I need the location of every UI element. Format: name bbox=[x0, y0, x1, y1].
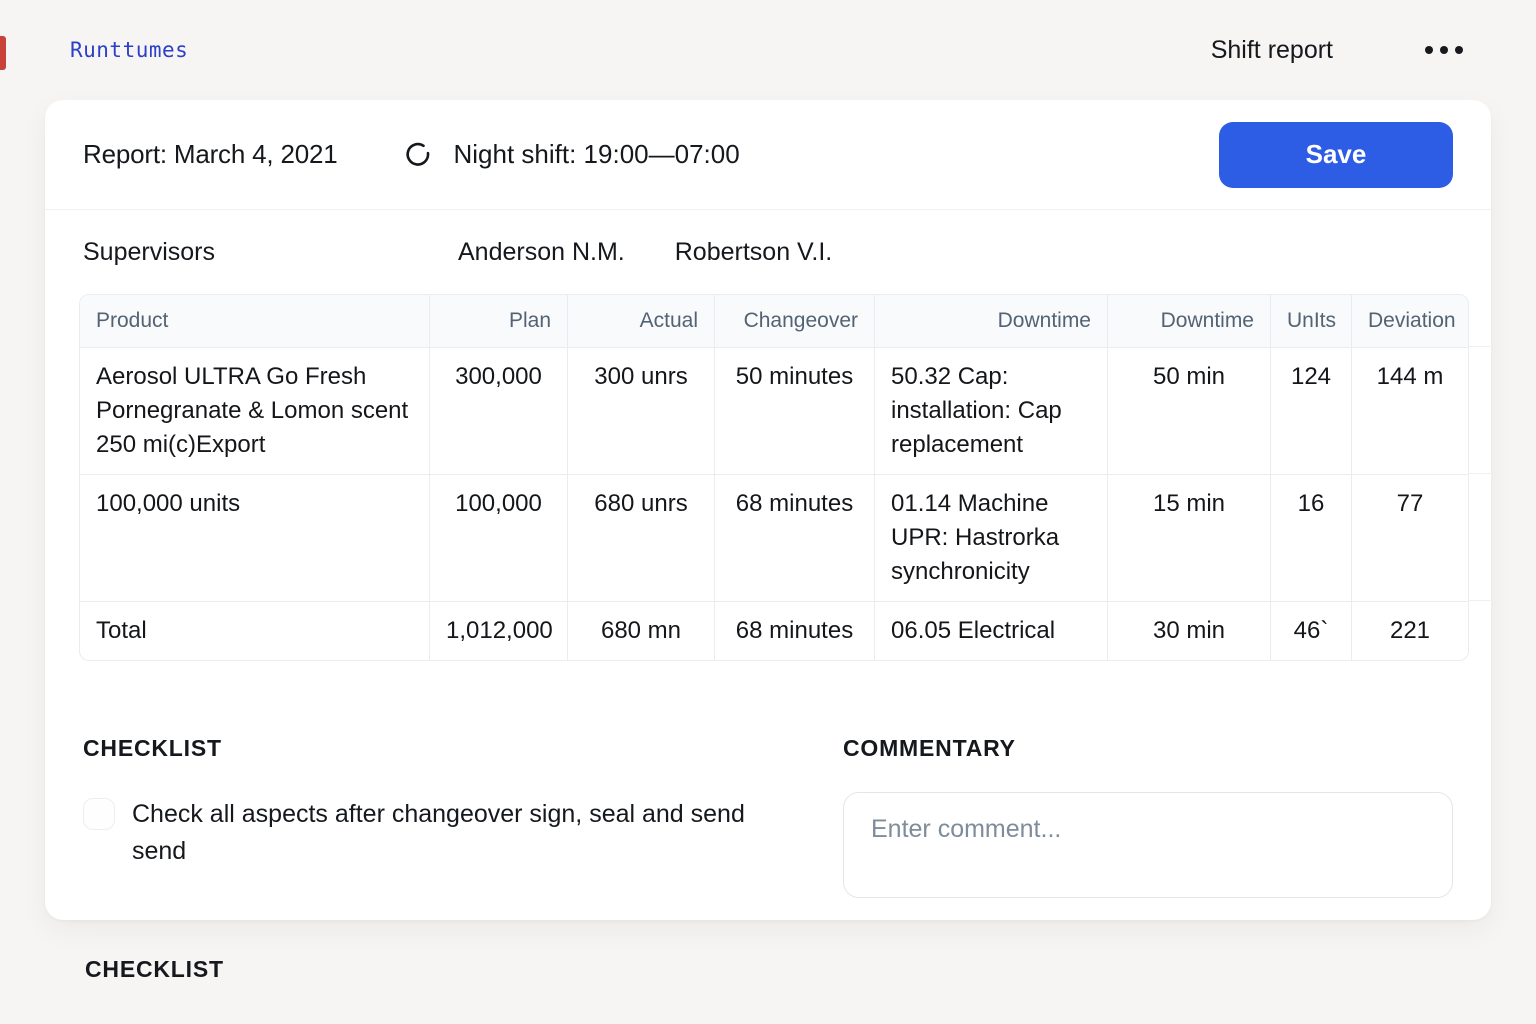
shift-report-card: Report: March 4, 2021 Night shift: 19:00… bbox=[45, 100, 1491, 920]
checklist-item[interactable]: Check all aspects after changeover sign,… bbox=[83, 796, 843, 870]
supervisors-label: Supervisors bbox=[83, 238, 458, 267]
cell-downtime: 15 min bbox=[1107, 474, 1270, 601]
column-header-actual: Actual bbox=[567, 295, 714, 347]
checklist-section: CHECKLIST Check all aspects after change… bbox=[83, 735, 843, 870]
checklist-item-label: Check all aspects after changeover sign,… bbox=[132, 796, 752, 870]
supervisor-name: Anderson N.M. bbox=[458, 238, 625, 267]
cell-product: 100,000 units bbox=[80, 474, 429, 601]
cell-downtime-desc: 50.32 Cap: installation: Cap replacement bbox=[874, 347, 1107, 474]
column-header-downtime-desc: Downtime bbox=[874, 295, 1107, 347]
ellipsis-dot-icon bbox=[1425, 46, 1433, 54]
comment-input[interactable] bbox=[843, 792, 1453, 898]
column-header-deviation: Deviation bbox=[1351, 295, 1468, 347]
column-header-plan: Plan bbox=[429, 295, 567, 347]
cell-changeover: 68 minutes bbox=[714, 601, 874, 660]
cell-downtime-desc: 06.05 Electrical bbox=[874, 601, 1107, 660]
cell-actual: 300 unrs bbox=[567, 347, 714, 474]
ellipsis-dot-icon bbox=[1440, 46, 1448, 54]
production-table-wrap: Product Plan Actual Changeover Downtime … bbox=[79, 294, 1491, 661]
cell-plan: 100,000 bbox=[429, 474, 567, 601]
table-overflow-lines bbox=[1468, 294, 1492, 654]
topbar: Runttumes Shift report bbox=[0, 0, 1536, 100]
column-header-downtime: Downtime bbox=[1107, 295, 1270, 347]
save-button[interactable]: Save bbox=[1219, 122, 1453, 188]
cell-downtime: 30 min bbox=[1107, 601, 1270, 660]
cell-deviation: 77 bbox=[1351, 474, 1468, 601]
cell-units: 46` bbox=[1270, 601, 1351, 660]
cell-actual: 680 mn bbox=[567, 601, 714, 660]
cell-product: Total bbox=[80, 601, 429, 660]
cell-deviation: 221 bbox=[1351, 601, 1468, 660]
table-row: 100,000 units 100,000 680 unrs 68 minute… bbox=[80, 474, 1468, 601]
cell-plan: 300,000 bbox=[429, 347, 567, 474]
cell-deviation: 144 m bbox=[1351, 347, 1468, 474]
footer-checklist-heading: CHECKLIST bbox=[85, 956, 224, 983]
commentary-heading: COMMENTARY bbox=[843, 735, 1453, 762]
cell-changeover: 68 minutes bbox=[714, 474, 874, 601]
crescent-moon-icon bbox=[402, 139, 434, 171]
cell-plan: 1,012,000 bbox=[429, 601, 567, 660]
checklist-heading: CHECKLIST bbox=[83, 735, 843, 762]
commentary-section: COMMENTARY bbox=[843, 735, 1453, 898]
checklist-checkbox[interactable] bbox=[83, 798, 115, 830]
cell-actual: 680 unrs bbox=[567, 474, 714, 601]
column-header-units: UnIts bbox=[1270, 295, 1351, 347]
cell-product: Aerosol ULTRA Go Fresh Pornegranate & Lo… bbox=[80, 347, 429, 474]
page-title: Shift report bbox=[1211, 36, 1333, 65]
production-table: Product Plan Actual Changeover Downtime … bbox=[79, 294, 1469, 661]
column-header-changeover: Changeover bbox=[714, 295, 874, 347]
cell-changeover: 50 minutes bbox=[714, 347, 874, 474]
cell-units: 16 bbox=[1270, 474, 1351, 601]
cell-units: 124 bbox=[1270, 347, 1351, 474]
ellipsis-dot-icon bbox=[1455, 46, 1463, 54]
supervisors-row: Supervisors Anderson N.M. Robertson V.I. bbox=[45, 210, 1491, 294]
supervisor-name: Robertson V.I. bbox=[675, 238, 833, 267]
column-header-product: Product bbox=[80, 295, 429, 347]
overflow-menu-button[interactable] bbox=[1423, 40, 1465, 60]
cell-downtime: 50 min bbox=[1107, 347, 1270, 474]
shift-time-label: Night shift: 19:00—07:00 bbox=[454, 139, 740, 170]
table-header-row: Product Plan Actual Changeover Downtime … bbox=[80, 295, 1468, 347]
table-total-row: Total 1,012,000 680 mn 68 minutes 06.05 … bbox=[80, 601, 1468, 660]
table-row: Aerosol ULTRA Go Fresh Pornegranate & Lo… bbox=[80, 347, 1468, 474]
report-header: Report: March 4, 2021 Night shift: 19:00… bbox=[45, 100, 1491, 210]
app-logo[interactable]: Runttumes bbox=[70, 38, 188, 62]
report-date-title: Report: March 4, 2021 bbox=[83, 139, 338, 170]
cell-downtime-desc: 01.14 Machine UPR: Hastrorka synchronici… bbox=[874, 474, 1107, 601]
